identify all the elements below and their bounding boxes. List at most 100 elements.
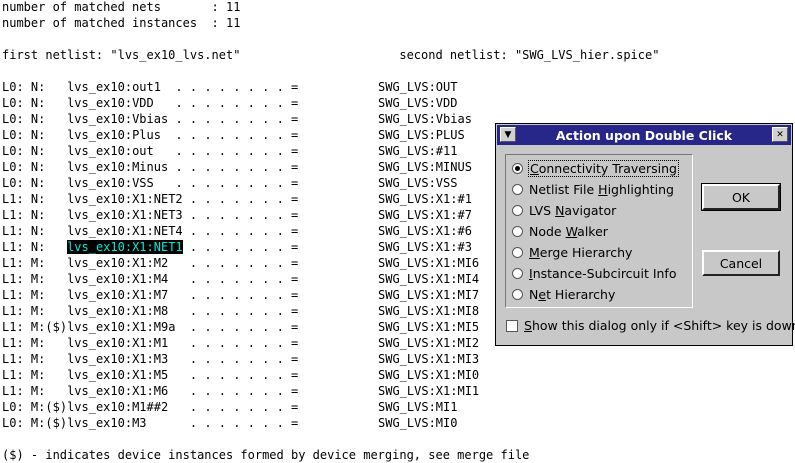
report-row[interactable]: L1: M: lvs_ex10:X1:M2 . . . . . . . = SWG… (2, 255, 479, 271)
action-option[interactable]: Net Hierarchy (512, 284, 615, 304)
row-second-netlist-name[interactable]: SWG_LVS:MI1 (378, 399, 457, 415)
row-second-netlist-name[interactable]: SWG_LVS:PLUS (378, 127, 465, 143)
row-second-netlist-name[interactable]: SWG_LVS:MINUS (378, 159, 472, 175)
row-first-netlist-name[interactable]: lvs_ex10:X1:NET1 (67, 240, 183, 254)
row-first-netlist-name[interactable]: lvs_ex10:VDD (67, 96, 154, 110)
report-row[interactable]: L0: N: lvs_ex10:VDD . . . . . . . . = SWG… (2, 95, 457, 111)
row-first-netlist-name[interactable]: lvs_ex10:X1:M2 (67, 256, 168, 270)
row-dots: . . . . . . . = (168, 384, 299, 398)
row-first-netlist-name[interactable]: lvs_ex10:M1##2 (67, 400, 168, 414)
row-level-type: L1: (2, 240, 24, 254)
row-second-netlist-name[interactable]: SWG_LVS:Vbias (378, 111, 472, 127)
report-row[interactable]: L0: N: lvs_ex10:out . . . . . . . . = SWG… (2, 143, 457, 159)
row-first-netlist-name[interactable]: lvs_ex10:X1:M7 (67, 288, 168, 302)
report-row[interactable]: L0: M:($)lvs_ex10:M3 . . . . . . . = SWG_… (2, 415, 457, 431)
shift-only-option[interactable]: Show this dialog only if <Shift> key is … (506, 318, 795, 333)
row-first-netlist-name[interactable]: lvs_ex10:X1:NET4 (67, 224, 183, 238)
report-row[interactable]: L1: M: lvs_ex10:X1:M3 . . . . . . . = SWG… (2, 351, 479, 367)
row-first-netlist-name[interactable]: lvs_ex10:out (67, 144, 154, 158)
row-first-netlist-name[interactable]: lvs_ex10:Minus (67, 160, 168, 174)
action-option[interactable]: LVS Navigator (512, 200, 616, 220)
row-second-netlist-name[interactable]: SWG_LVS:VDD (378, 95, 457, 111)
report-row[interactable]: L0: N: lvs_ex10:VSS . . . . . . . . = SWG… (2, 175, 457, 191)
report-row[interactable]: L0: N: lvs_ex10:Vbias . . . . . . . . = S… (2, 111, 472, 127)
shift-only-checkbox[interactable] (506, 319, 518, 332)
row-second-netlist-name[interactable]: SWG_LVS:X1:MI4 (378, 271, 479, 287)
row-second-netlist-name[interactable]: SWG_LVS:X1:MI5 (378, 319, 479, 335)
action-option[interactable]: Instance-Subcircuit Info (512, 263, 676, 283)
report-row[interactable]: L0: N: lvs_ex10:Plus . . . . . . . . = SW… (2, 127, 465, 143)
radio-button[interactable] (512, 183, 523, 195)
row-second-netlist-name[interactable]: SWG_LVS:VSS (378, 175, 457, 191)
report-row[interactable]: L1: M: lvs_ex10:X1:M7 . . . . . . . = SWG… (2, 287, 479, 303)
report-row[interactable]: L1: M: lvs_ex10:X1:M5 . . . . . . . = SWG… (2, 367, 479, 383)
row-first-netlist-name[interactable]: lvs_ex10:X1:M5 (67, 368, 168, 382)
report-row[interactable]: L0: N: lvs_ex10:Minus . . . . . . . . = S… (2, 159, 472, 175)
row-first-netlist-name[interactable]: lvs_ex10:X1:NET2 (67, 192, 183, 206)
action-option[interactable]: Netlist File Highlighting (512, 179, 674, 199)
report-row[interactable]: L1: N: lvs_ex10:X1:NET3 . . . . . . . = S… (2, 207, 472, 223)
row-first-netlist-name[interactable]: lvs_ex10:out1 (67, 80, 161, 94)
row-dots: . . . . . . . = (168, 304, 299, 318)
row-level-type: L0: (2, 416, 24, 430)
row-first-netlist-name[interactable]: lvs_ex10:X1:M4 (67, 272, 168, 286)
row-second-netlist-name[interactable]: SWG_LVS:X1:MI2 (378, 335, 479, 351)
row-second-netlist-name[interactable]: SWG_LVS:X1:#3 (378, 239, 472, 255)
report-row[interactable]: L1: M: lvs_ex10:X1:M1 . . . . . . . = SWG… (2, 335, 479, 351)
row-second-netlist-name[interactable]: SWG_LVS:#11 (378, 143, 457, 159)
row-second-netlist-name[interactable]: SWG_LVS:OUT (378, 79, 457, 95)
report-row[interactable]: L1: M: lvs_ex10:X1:M8 . . . . . . . = SWG… (2, 303, 479, 319)
row-second-netlist-name[interactable]: SWG_LVS:MI0 (378, 415, 457, 431)
row-first-netlist-name[interactable]: lvs_ex10:M3 (67, 416, 146, 430)
report-row[interactable]: L0: N: lvs_ex10:out1 . . . . . . . . = SW… (2, 79, 457, 95)
option-label-post: ighlighting (607, 181, 674, 197)
row-level-type: L1: (2, 384, 24, 398)
row-first-netlist-name[interactable]: lvs_ex10:X1:M8 (67, 304, 168, 318)
row-level-type: L1: (2, 288, 24, 302)
row-second-netlist-name[interactable]: SWG_LVS:X1:#6 (378, 223, 472, 239)
row-dots: . . . . . . . = (168, 336, 299, 350)
row-first-netlist-name[interactable]: lvs_ex10:X1:M3 (67, 352, 168, 366)
report-row[interactable]: L1: M:($)lvs_ex10:X1:M9a . . . . . . . =… (2, 319, 479, 335)
row-level-type: L0: (2, 160, 24, 174)
cancel-button[interactable]: Cancel (702, 250, 780, 276)
row-second-netlist-name[interactable]: SWG_LVS:X1:#7 (378, 207, 472, 223)
row-first-netlist-name[interactable]: lvs_ex10:VSS (67, 176, 154, 190)
row-type: M: (30, 352, 46, 366)
row-second-netlist-name[interactable]: SWG_LVS:X1:MI7 (378, 287, 479, 303)
row-dots: . . . . . . . = (168, 352, 299, 366)
report-row[interactable]: L0: M:($)lvs_ex10:M1##2 . . . . . . . = S… (2, 399, 457, 415)
report-row[interactable]: L1: M: lvs_ex10:X1:M4 . . . . . . . = SWG… (2, 271, 479, 287)
ok-button[interactable]: OK (701, 183, 781, 211)
action-option[interactable]: Merge Hierarchy (512, 242, 632, 262)
report-row[interactable]: L1: M: lvs_ex10:X1:M6 . . . . . . . = SWG… (2, 383, 479, 399)
row-first-netlist-name[interactable]: lvs_ex10:X1:NET3 (67, 208, 183, 222)
row-dots: . . . . . . . = (168, 368, 299, 382)
window-menu-icon[interactable]: ▼ (500, 127, 516, 142)
radio-button[interactable] (512, 267, 523, 279)
row-first-netlist-name[interactable]: lvs_ex10:X1:M1 (67, 336, 168, 350)
row-first-netlist-name[interactable]: lvs_ex10:Plus (67, 128, 161, 142)
row-first-netlist-name[interactable]: lvs_ex10:X1:M6 (67, 384, 168, 398)
action-option[interactable]: Node Walker (512, 221, 608, 241)
radio-button[interactable] (512, 288, 523, 300)
row-second-netlist-name[interactable]: SWG_LVS:X1:MI0 (378, 367, 479, 383)
row-level-type: L1: (2, 352, 24, 366)
radio-button[interactable] (512, 204, 523, 216)
radio-button[interactable] (512, 246, 523, 258)
row-dots: . . . . . . . = (168, 288, 299, 302)
row-second-netlist-name[interactable]: SWG_LVS:X1:MI3 (378, 351, 479, 367)
row-second-netlist-name[interactable]: SWG_LVS:X1:MI6 (378, 255, 479, 271)
row-first-netlist-name[interactable]: lvs_ex10:Vbias (67, 112, 168, 126)
row-second-netlist-name[interactable]: SWG_LVS:X1:MI8 (378, 303, 479, 319)
radio-button[interactable] (512, 225, 523, 237)
report-row[interactable]: L1: N: lvs_ex10:X1:NET2 . . . . . . . = S… (2, 191, 472, 207)
row-second-netlist-name[interactable]: SWG_LVS:X1:MI1 (378, 383, 479, 399)
close-icon[interactable]: ✕ (772, 127, 788, 142)
row-first-netlist-name[interactable]: lvs_ex10:X1:M9a (67, 320, 175, 334)
action-option[interactable]: Connectivity Traversing (512, 158, 679, 178)
row-second-netlist-name[interactable]: SWG_LVS:X1:#1 (378, 191, 472, 207)
report-row[interactable]: L1: N: lvs_ex10:X1:NET1 . . . . . . . = S… (2, 239, 472, 255)
report-row[interactable]: L1: N: lvs_ex10:X1:NET4 . . . . . . . = S… (2, 223, 472, 239)
radio-button[interactable] (512, 162, 523, 174)
